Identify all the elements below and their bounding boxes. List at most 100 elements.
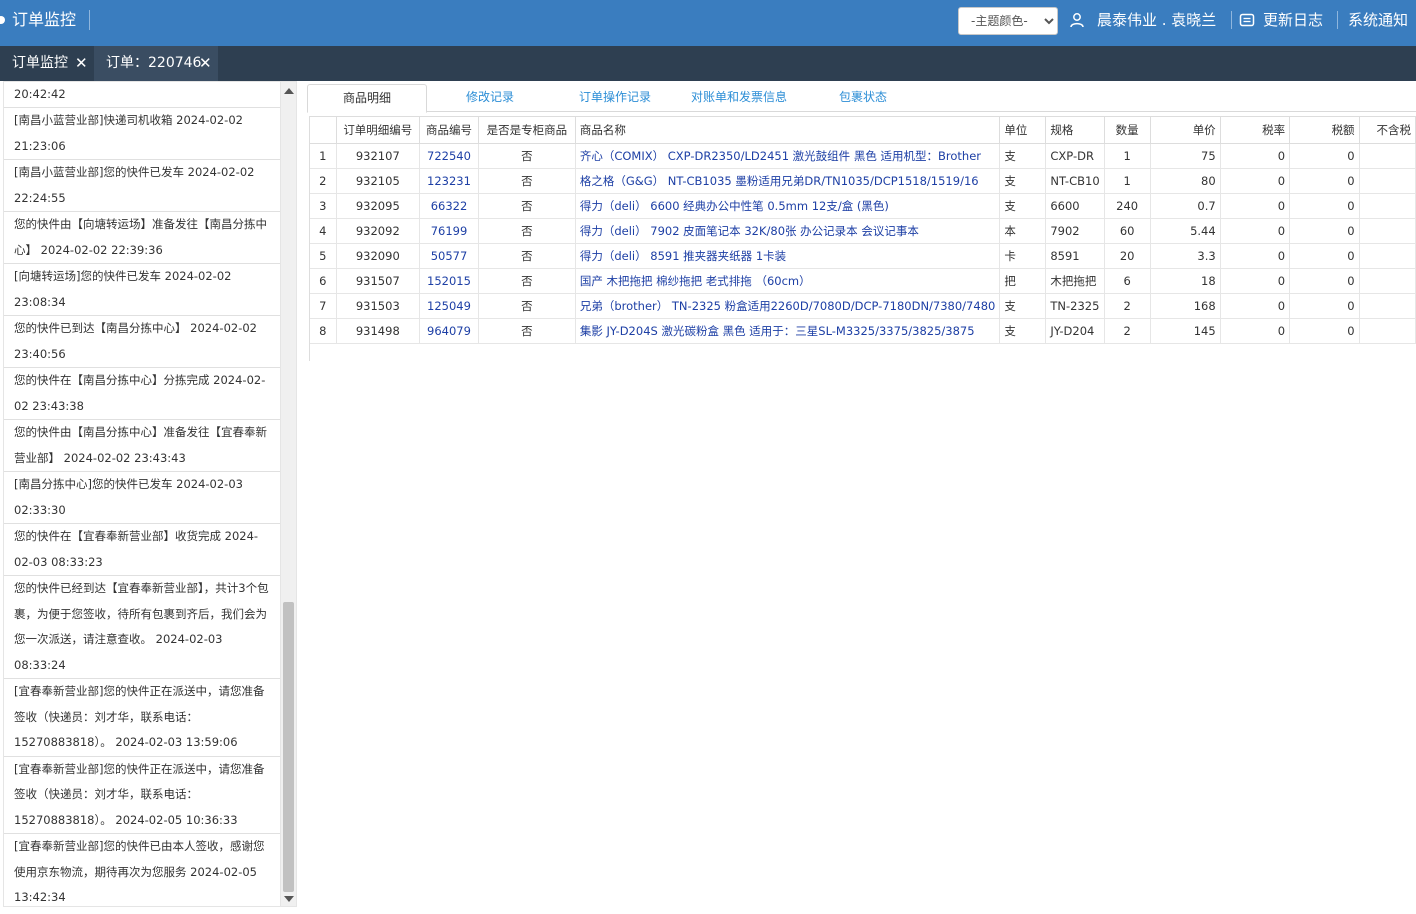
cell-sku-link[interactable]: 123231 [419, 168, 479, 194]
tab-order-monitor[interactable]: 订单监控 ✕ [0, 46, 93, 81]
cell-detail-id: 931503 [336, 293, 421, 319]
row-number: 6 [310, 268, 337, 294]
column-header[interactable]: 数量 [1104, 117, 1151, 144]
subtab-change-log[interactable]: 修改记录 [445, 84, 535, 112]
product-grid: 订单明细编号 商品编号 是否是专柜商品 商品名称 单位 规格 数量 单价 税率 … [309, 116, 1416, 361]
table-row[interactable]: 4 932092 76199 否得力（deli） 7902 皮面笔记本 32K/80张… [310, 218, 1416, 244]
subtab-package-status[interactable]: 包裹状态 [827, 84, 899, 112]
cell-product-name-link[interactable]: 得力（deli） 6600 经典办公中性笔 0.5mm 12支/盒 (黑色) [575, 193, 1001, 219]
cell-tax-rate: 0 [1220, 218, 1291, 244]
cell-unit: 支 [999, 193, 1047, 219]
column-header[interactable]: 单位 [999, 117, 1047, 144]
cell-tax-rate: 0 [1220, 143, 1291, 169]
detail-subtabs: 商品明细 修改记录 订单操作记录 对账单和发票信息 包裹状态 [307, 84, 1416, 113]
update-log-link[interactable]: 更新日志 [1263, 0, 1323, 40]
column-header[interactable]: 商品编号 [419, 117, 479, 144]
cell-unit: 本 [999, 218, 1047, 244]
current-user[interactable]: 晨泰伟业 . 袁晓兰 [1097, 0, 1216, 40]
cell-tax-rate: 0 [1220, 318, 1291, 344]
tab-order-detail[interactable]: 订单：220746 ✕ [94, 46, 218, 81]
row-number: 1 [310, 143, 337, 169]
cell-net-amount [1359, 143, 1416, 169]
row-number: 5 [310, 243, 337, 269]
column-header[interactable]: 商品名称 [575, 117, 1001, 144]
cell-quantity: 2 [1104, 318, 1151, 344]
cell-price: 0.7 [1150, 193, 1221, 219]
cell-sku-link[interactable]: 152015 [419, 268, 479, 294]
scroll-up-icon[interactable] [284, 88, 294, 94]
order-detail-content: 商品明细 修改记录 订单操作记录 对账单和发票信息 包裹状态 订单明细编号 商品… [307, 81, 1416, 914]
log-icon [1239, 13, 1255, 27]
cell-product-name-link[interactable]: 得力（deli） 8591 推夹器夹纸器 1卡装 [575, 243, 1001, 269]
subtab-product-detail[interactable]: 商品明细 [307, 84, 427, 113]
row-number: 7 [310, 293, 337, 319]
cell-sku-link[interactable]: 50577 [419, 243, 479, 269]
table-header-row: 订单明细编号 商品编号 是否是专柜商品 商品名称 单位 规格 数量 单价 税率 … [310, 117, 1416, 144]
subtab-invoice-info[interactable]: 对账单和发票信息 [683, 84, 795, 112]
cell-tax: 0 [1289, 193, 1360, 219]
cell-quantity: 240 [1104, 193, 1151, 219]
close-icon[interactable]: ✕ [75, 46, 88, 81]
subtab-operation-log[interactable]: 订单操作记录 [567, 84, 663, 112]
table-row[interactable]: 3 932095 66322 否得力（deli） 6600 经典办公中性笔 0.5mm… [310, 193, 1416, 219]
theme-color-select[interactable]: -主题颜色- [958, 7, 1058, 35]
cell-product-name-link[interactable]: 兄弟（brother） TN-2325 粉盒适用2260D/7080D/DCP-… [575, 293, 1001, 319]
cell-product-name-link[interactable]: 齐心（COMIX） CXP-DR2350/LD2451 激光鼓组件 黑色 适用机… [575, 143, 1001, 169]
column-header[interactable]: 税率 [1220, 117, 1291, 144]
table-row[interactable]: 1 932107 722540 否齐心（COMIX） CXP-DR2350/LD245… [310, 143, 1416, 169]
cell-spec: TN-2325 [1045, 293, 1105, 319]
cell-unit: 支 [999, 143, 1047, 169]
cell-sku-link[interactable]: 66322 [419, 193, 479, 219]
cell-sku-link[interactable]: 964079 [419, 318, 479, 344]
table-row[interactable]: 6 931507 152015 否国产 木把拖把 棉纱拖把 老式排拖 （60cm）把木… [310, 268, 1416, 294]
table-row[interactable]: 2 932105 123231 否格之格（G&G） NT-CB1035 墨粉适用兄弟D… [310, 168, 1416, 194]
cell-quantity: 1 [1104, 143, 1151, 169]
table-row[interactable]: 7 931503 125049 否兄弟（brother） TN-2325 粉盒适用22… [310, 293, 1416, 319]
log-entry: [宜春奉新营业部]您的快件已由本人签收，感谢您使用京东物流，期待再次为您服务 2… [4, 834, 280, 906]
scroll-down-icon[interactable] [284, 896, 294, 902]
cell-tax-rate: 0 [1220, 243, 1291, 269]
cell-product-name-link[interactable]: 国产 木把拖把 棉纱拖把 老式排拖 （60cm） [575, 268, 1001, 294]
page-tab-strip: 订单监控 ✕ 订单：220746 ✕ [0, 46, 1416, 81]
column-header[interactable]: 是否是专柜商品 [478, 117, 576, 144]
scroll-thumb[interactable] [283, 602, 294, 892]
cell-price: 3.3 [1150, 243, 1221, 269]
column-header[interactable]: 单价 [1150, 117, 1221, 144]
cell-tax: 0 [1289, 168, 1360, 194]
cell-quantity: 6 [1104, 268, 1151, 294]
cell-unit: 把 [999, 268, 1047, 294]
cell-quantity: 1 [1104, 168, 1151, 194]
cell-net-amount [1359, 218, 1416, 244]
column-header[interactable]: 不含税 [1359, 117, 1416, 144]
column-header[interactable]: 订单明细编号 [336, 117, 421, 144]
cell-tax-rate: 0 [1220, 293, 1291, 319]
table-row[interactable]: 8 931498 964079 否集影 JY-D204S 激光碳粉盒 黑色 适用于：三… [310, 318, 1416, 344]
cell-tax: 0 [1289, 143, 1360, 169]
cell-detail-id: 931507 [336, 268, 421, 294]
cell-product-name-link[interactable]: 得力（deli） 7902 皮面笔记本 32K/80张 办公记录本 会议记事本 [575, 218, 1001, 244]
column-header[interactable]: 规格 [1045, 117, 1105, 144]
cell-sku-link[interactable]: 76199 [419, 218, 479, 244]
cell-detail-id: 932105 [336, 168, 421, 194]
log-entry: [南昌分拣中心]您的快件已发车 2024-02-03 02:33:30 [4, 472, 280, 524]
column-header[interactable]: 税额 [1289, 117, 1360, 144]
cell-price: 5.44 [1150, 218, 1221, 244]
cell-unit: 支 [999, 293, 1047, 319]
cell-tax: 0 [1289, 218, 1360, 244]
row-number: 3 [310, 193, 337, 219]
cell-detail-id: 932090 [336, 243, 421, 269]
close-icon[interactable]: ✕ [199, 46, 212, 81]
cell-spec: 6600 [1045, 193, 1105, 219]
tab-label: 订单：220746 [106, 55, 202, 71]
cell-sku-link[interactable]: 125049 [419, 293, 479, 319]
cell-spec: CXP-DR [1045, 143, 1105, 169]
cell-counter-flag: 否 [478, 193, 576, 219]
cell-sku-link[interactable]: 722540 [419, 143, 479, 169]
system-notice-link[interactable]: 系统通知 [1348, 0, 1408, 40]
app-title: 订单监控 [12, 10, 77, 29]
cell-product-name-link[interactable]: 格之格（G&G） NT-CB1035 墨粉适用兄弟DR/TN1035/DCP15… [575, 168, 1001, 194]
log-scrollbar[interactable] [280, 82, 296, 906]
cell-product-name-link[interactable]: 集影 JY-D204S 激光碳粉盒 黑色 适用于：三星SL-M3325/3375… [575, 318, 1001, 344]
table-row[interactable]: 5 932090 50577 否得力（deli） 8591 推夹器夹纸器 1卡装卡 85… [310, 243, 1416, 269]
cell-tax-rate: 0 [1220, 193, 1291, 219]
